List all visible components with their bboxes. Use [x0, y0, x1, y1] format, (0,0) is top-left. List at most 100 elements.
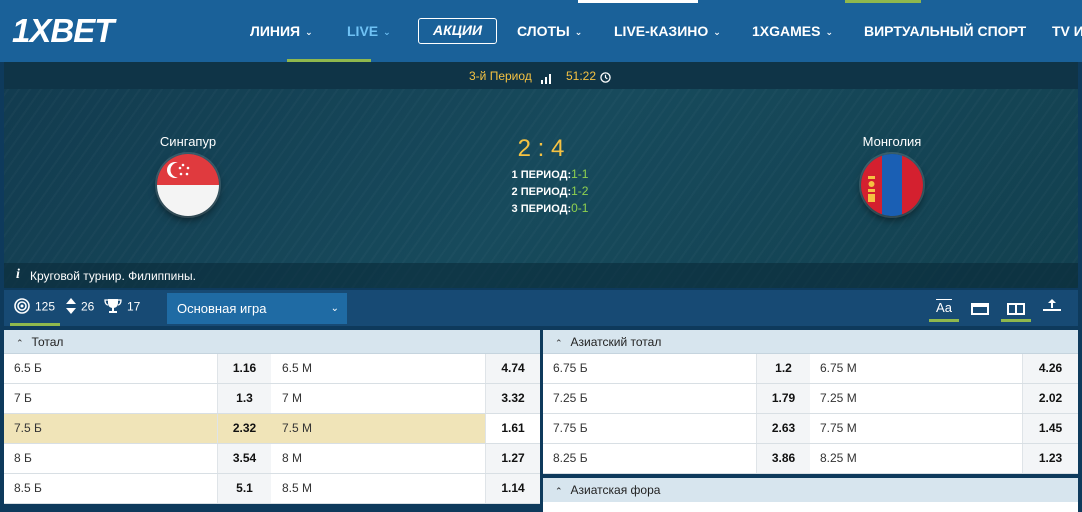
1xbet-logo[interactable]: 1XBET [12, 12, 114, 50]
bet-label: 8.5 М [282, 481, 313, 495]
table-row: 6.5 Б 1.16 6.5 М 4.74 [4, 354, 540, 384]
current-period: 3-й Период [469, 69, 532, 83]
stats-bars-icon[interactable] [541, 71, 551, 89]
nav-item-live-casino[interactable]: LIVE-КАЗИНО ⌄ [614, 18, 721, 44]
nav-item-promotions-button[interactable]: АКЦИИ [418, 18, 498, 44]
nav-item-line[interactable]: ЛИНИЯ ⌄ [250, 18, 313, 44]
odds-button[interactable]: 1.14 [485, 474, 540, 503]
bet-label: 8 М [282, 451, 303, 465]
two-column-icon [1007, 302, 1025, 315]
text-size-icon: Aa [936, 300, 952, 315]
table-row: 8.25 Б 3.86 8.25 М 1.23 [543, 444, 1078, 474]
chevron-down-icon: ⌄ [383, 27, 391, 37]
market-type-dropdown[interactable]: Основная игра ⌄ [167, 293, 347, 324]
asian-total-market-panel: ⌃ Азиатский тотал 6.75 Б 1.2 6.75 М 4.26 … [543, 330, 1078, 474]
all-markets-filter[interactable]: 125 [14, 298, 55, 317]
odds-button[interactable]: 3.54 [217, 444, 271, 473]
market-header[interactable]: ⌃ Тотал [4, 330, 540, 354]
table-row: 7 Б 1.3 7 М 3.32 [4, 384, 540, 414]
bet-label: 8.5 Б [14, 481, 42, 495]
info-icon[interactable]: i [16, 267, 20, 283]
chevron-up-icon: ⌃ [555, 486, 563, 496]
nav-item-virtual-sports[interactable]: ВИРТУАЛЬНЫЙ СПОРТ [864, 18, 1026, 44]
bet-label: 8 Б [14, 451, 32, 465]
table-row: 6.75 Б 1.2 6.75 М 4.26 [543, 354, 1078, 384]
chevron-down-icon: ⌄ [713, 27, 721, 37]
period-score-row: 3 ПЕРИОД:0-1 [511, 201, 589, 215]
singapore-flag-icon [157, 154, 219, 216]
odds-button[interactable]: 1.45 [1022, 414, 1078, 443]
bet-label: 7 М [282, 391, 303, 405]
period-score-row: 2 ПЕРИОД:1-2 [511, 184, 589, 198]
chevron-down-icon: ⌄ [825, 27, 834, 37]
total-market-panel: ⌃ Тотал 6.5 Б 1.16 6.5 М 4.74 7 Б 1.3 7 М… [4, 330, 540, 504]
upload-arrow-icon [1043, 299, 1061, 315]
table-row: 7.75 Б 2.63 7.75 М 1.45 [543, 414, 1078, 444]
bet-label: 8.25 Б [553, 451, 588, 465]
table-row: 7.25 Б 1.79 7.25 М 2.02 [543, 384, 1078, 414]
table-row: 8.5 Б 5.1 8.5 М 1.14 [4, 474, 540, 504]
target-icon [14, 298, 30, 317]
odds-button[interactable]: 1.23 [1022, 444, 1078, 473]
bet-label: 6.5 Б [14, 361, 42, 375]
bet-label: 6.75 Б [553, 361, 588, 375]
period-score-row: 1 ПЕРИОД:1-1 [511, 167, 589, 181]
trophy-markets-filter[interactable]: 17 [104, 298, 140, 317]
active-filter-indicator [10, 323, 60, 326]
odds-button[interactable]: 1.61 [485, 414, 540, 443]
period-scores: 1 ПЕРИОД:1-1 2 ПЕРИОД:1-2 3 ПЕРИОД:0-1 [480, 166, 620, 217]
scoreboard: 3-й Период 51:22 Сингапур 2 : 4 1 ПЕРИОД… [4, 62, 1078, 288]
chevron-down-icon: ⌄ [574, 27, 583, 37]
odds-button[interactable]: 3.86 [756, 444, 810, 473]
odds-button[interactable]: 4.26 [1022, 354, 1078, 383]
chevron-up-icon: ⌃ [16, 338, 24, 348]
bet-label: 7.25 Б [553, 391, 588, 405]
top-color-strip [0, 0, 1082, 4]
odds-button[interactable]: 2.32 [217, 414, 271, 443]
asian-handicap-market-header[interactable]: ⌃ Азиатская фора [543, 478, 1078, 502]
odds-button[interactable]: 2.63 [756, 414, 810, 443]
single-column-view-button[interactable] [965, 294, 995, 322]
odds-button[interactable]: 1.2 [756, 354, 810, 383]
bet-label: 8.25 М [820, 451, 857, 465]
odds-button[interactable]: 4.74 [485, 354, 540, 383]
match-time: 51:22 [566, 69, 597, 83]
bet-label: 7 Б [14, 391, 32, 405]
bet-label: 7.25 М [820, 391, 857, 405]
chevron-down-icon: ⌄ [330, 303, 339, 314]
tournament-info-bar: i Круговой турнир. Филиппины. [4, 263, 1078, 288]
period-bar: 3-й Период 51:22 [4, 62, 1078, 89]
home-team-name[interactable]: Сингапур [128, 134, 248, 149]
mongolia-flag-icon [861, 154, 923, 216]
odds-button[interactable]: 1.79 [756, 384, 810, 413]
collapse-all-button[interactable] [1037, 294, 1067, 322]
odds-button[interactable]: 1.16 [217, 354, 271, 383]
odds-button[interactable]: 3.32 [485, 384, 540, 413]
market-header[interactable]: ⌃ Азиатский тотал [543, 330, 1078, 354]
nav-item-live[interactable]: LIVE ⌄ [347, 18, 391, 44]
bet-label: 6.5 М [282, 361, 313, 375]
nav-item-tv[interactable]: TV И [1052, 18, 1082, 44]
odds-button[interactable]: 1.27 [485, 444, 540, 473]
single-column-icon [971, 302, 989, 315]
updown-markets-filter[interactable]: 26 [66, 298, 94, 317]
odds-button[interactable]: 2.02 [1022, 384, 1078, 413]
clock-icon [600, 70, 611, 88]
chevron-down-icon: ⌄ [305, 27, 313, 37]
bet-label: 7.75 Б [553, 421, 588, 435]
text-size-button[interactable]: Aa [929, 294, 959, 322]
table-row: 8 Б 3.54 8 М 1.27 [4, 444, 540, 474]
asian-handicap-panel-body [543, 502, 1078, 512]
top-navigation-bar: 1XBET ЛИНИЯ ⌄ LIVE ⌄ АКЦИИ СЛОТЫ ⌄ LIVE-КАЗ… [0, 0, 1082, 62]
nav-item-slots[interactable]: СЛОТЫ ⌄ [517, 18, 582, 44]
away-team-name[interactable]: Монголия [832, 134, 952, 149]
bet-label: 6.75 М [820, 361, 857, 375]
odds-button[interactable]: 1.3 [217, 384, 271, 413]
nav-item-1xgames[interactable]: 1XGAMES ⌄ [752, 18, 833, 44]
odds-button[interactable]: 5.1 [217, 474, 271, 503]
match-score: 2 : 4 [517, 135, 565, 162]
two-column-view-button[interactable] [1001, 294, 1031, 322]
bet-label: 7.5 М [282, 421, 313, 435]
table-row-highlighted: 7.5 Б 2.32 7.5 М 1.61 [4, 414, 540, 444]
trophy-icon [104, 298, 122, 317]
